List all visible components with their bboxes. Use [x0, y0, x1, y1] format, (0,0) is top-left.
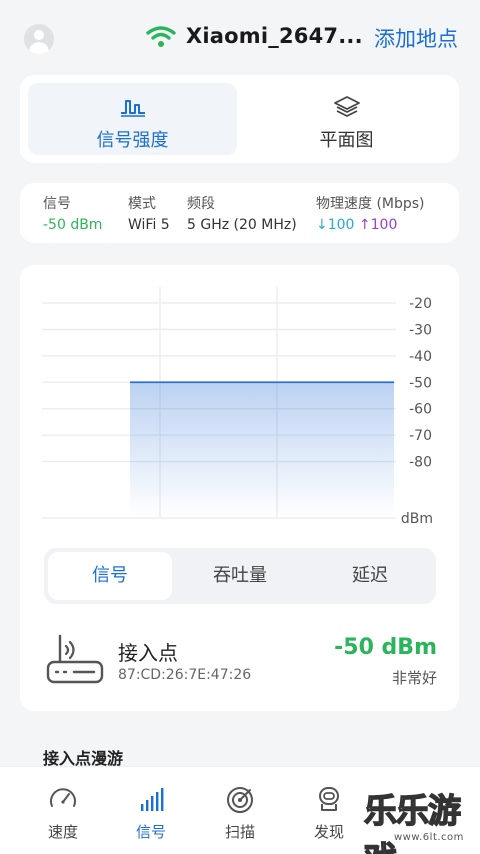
tab-floor-plan-label: 平面图 — [319, 130, 374, 151]
tab-signal-strength[interactable]: 信号强度 — [28, 83, 237, 155]
nav-signal[interactable]: 信号 — [106, 767, 196, 854]
watermark-text: 乐乐游戏 — [363, 790, 461, 854]
nav-speed-label: 速度 — [47, 823, 78, 841]
info-signal-label: 信号 — [43, 196, 71, 212]
signal-quality-text: 非常好 — [391, 669, 437, 687]
chart-y-tick-label: -20 — [409, 296, 432, 312]
upload-speed: ↑100 — [358, 217, 398, 233]
layers-icon — [333, 96, 360, 117]
info-signal: 信号 -50 dBm — [43, 193, 102, 233]
info-speed: 物理速度 (Mbps) ↓100 ↑100 — [316, 193, 425, 233]
access-point-title: 接入点 — [118, 641, 178, 665]
chart-y-tick-label: -80 — [409, 455, 432, 471]
info-speed-label: 物理速度 (Mbps) — [316, 196, 425, 212]
info-mode-label: 模式 — [128, 196, 156, 212]
chart-y-tick-label: -70 — [409, 428, 432, 444]
info-mode: 模式 WiFi 5 — [128, 193, 170, 233]
info-signal-value: -50 dBm — [43, 217, 103, 233]
nav-signal-label: 信号 — [135, 823, 166, 841]
add-place-button[interactable]: 添加地点 — [374, 23, 458, 53]
access-point-mac: 87:CD:26:7E:47:26 — [118, 667, 252, 683]
tab-latency[interactable]: 延迟 — [308, 552, 432, 600]
info-band: 频段 5 GHz (20 MHz) — [187, 193, 297, 233]
connection-info-card: 信号 -50 dBm 模式 WiFi 5 频段 5 GHz (20 MHz) 物… — [20, 183, 459, 243]
tab-throughput[interactable]: 吞吐量 — [178, 552, 302, 600]
access-point-row[interactable]: 接入点 87:CD:26:7E:47:26 -50 dBm 非常好 — [20, 627, 459, 697]
avatar-head — [34, 30, 44, 40]
download-speed: ↓100 — [316, 217, 355, 233]
wifi-icon — [146, 24, 176, 50]
signal-chart: -20 -30 -40 -50 -60 -70 -80 dBm — [42, 287, 433, 527]
tab-signal-strength-label: 信号强度 — [96, 130, 169, 151]
info-band-label: 频段 — [187, 196, 215, 212]
access-point-dbm: -50 dBm — [334, 635, 437, 660]
nav-scan[interactable]: 扫描 — [195, 767, 285, 854]
network-ssid[interactable]: Xiaomi_2647... — [186, 24, 363, 48]
nav-scan-label: 扫描 — [224, 823, 255, 841]
avatar-body — [29, 42, 49, 54]
info-mode-value: WiFi 5 — [128, 217, 170, 233]
radar-scan-icon — [227, 787, 253, 813]
signal-chart-card: -20 -30 -40 -50 -60 -70 -80 dBm 信号 吞吐量 延迟 接入点 … — [20, 265, 459, 711]
router-icon — [46, 634, 104, 684]
tab-floor-plan[interactable]: 平面图 — [242, 83, 451, 155]
chart-unit-label: dBm — [401, 511, 433, 527]
view-tabs-card: 信号强度 平面图 — [20, 75, 459, 163]
chart-y-axis: -20 -30 -40 -50 -60 -70 -80 — [409, 296, 432, 471]
chart-y-tick-label: -50 — [409, 375, 432, 391]
avatar[interactable] — [24, 24, 54, 54]
metric-segmented-control: 信号 吞吐量 延迟 — [44, 548, 436, 604]
chart-y-tick-label: -40 — [409, 349, 432, 365]
chart-y-tick-label: -30 — [409, 322, 432, 338]
chart-signal-area — [130, 382, 394, 517]
top-bar: Xiaomi_2647... 添加地点 — [0, 0, 480, 72]
chart-series — [130, 381, 394, 517]
chart-y-tick-label: -60 — [409, 402, 432, 418]
watermark-logo: 乐乐游戏 www.6lt.com — [360, 784, 480, 854]
info-speed-value: ↓100 ↑100 — [316, 217, 425, 233]
speedometer-icon — [50, 788, 76, 807]
tab-signal[interactable]: 信号 — [48, 552, 172, 600]
nav-speed[interactable]: 速度 — [18, 767, 108, 854]
watermark-url: www.6lt.com — [394, 832, 464, 843]
signal-wave-icon — [120, 100, 145, 117]
info-band-value: 5 GHz (20 MHz) — [187, 217, 297, 233]
discover-robot-icon — [319, 787, 339, 811]
signal-bars-icon — [141, 788, 164, 811]
